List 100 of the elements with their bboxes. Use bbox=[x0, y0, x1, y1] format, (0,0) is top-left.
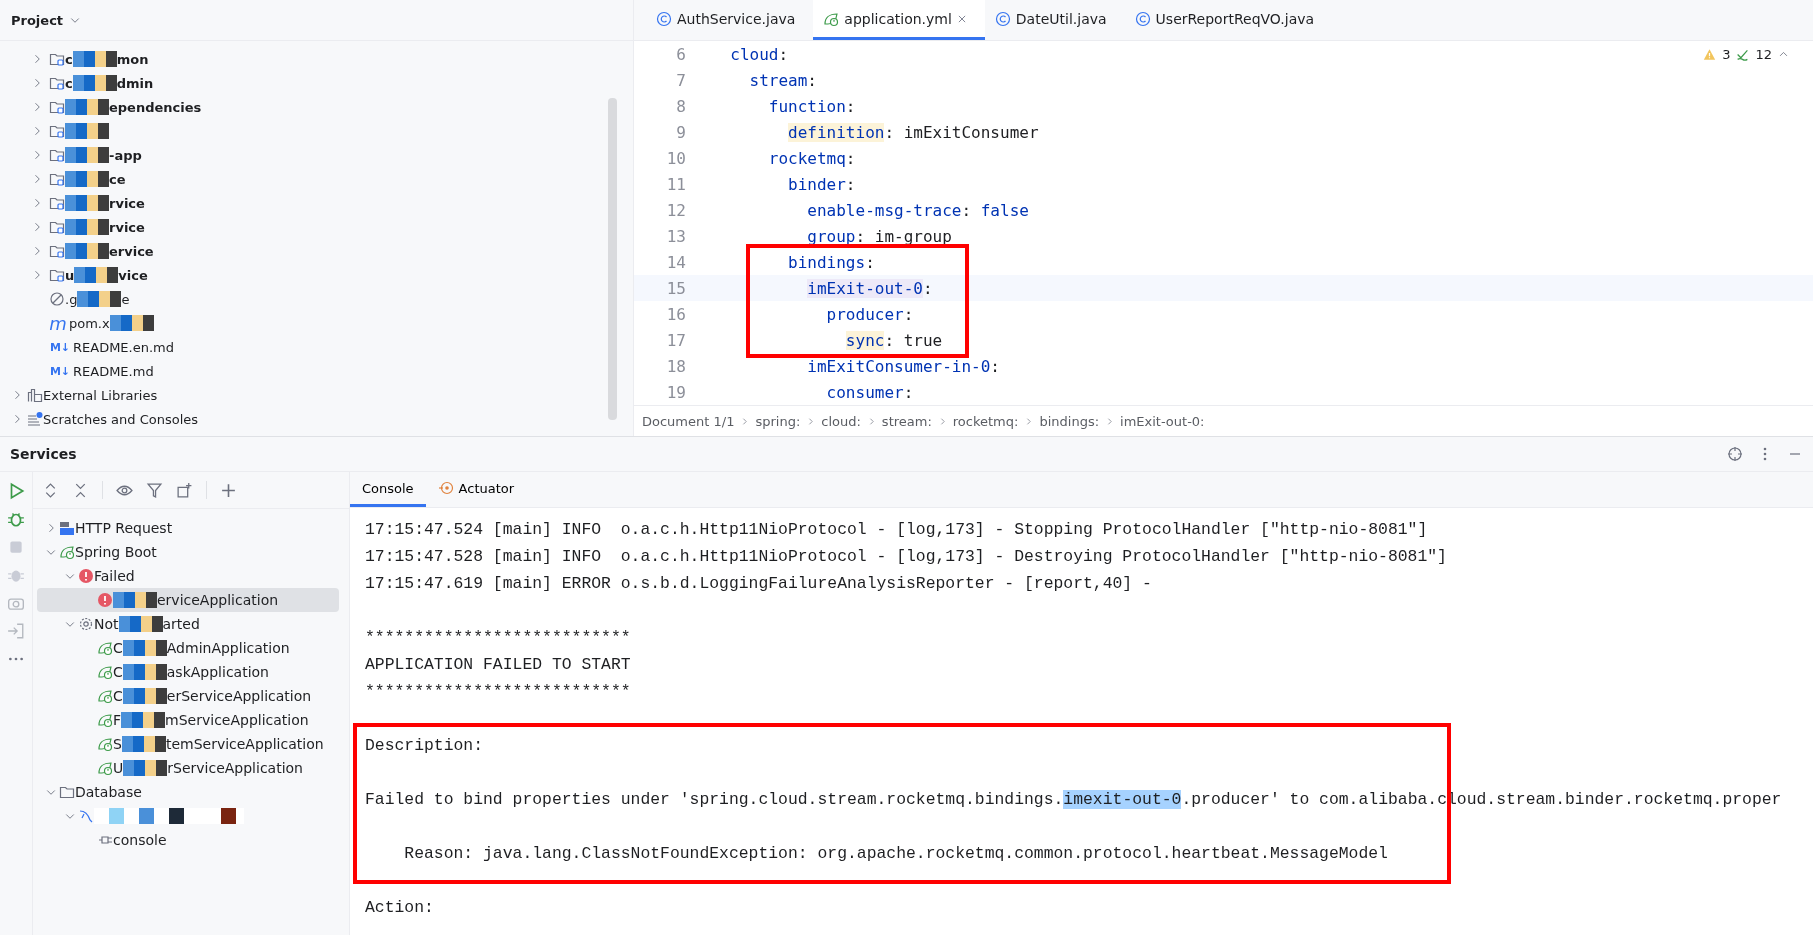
tree-item: arted bbox=[162, 616, 200, 632]
error-icon bbox=[97, 592, 113, 608]
redaction-mosaic bbox=[77, 291, 122, 307]
folder-icon bbox=[49, 51, 65, 67]
error-icon bbox=[78, 568, 94, 584]
chevron-right-icon bbox=[806, 416, 816, 426]
redaction-mosaic bbox=[109, 315, 154, 331]
breadcrumb[interactable]: Document 1/1 bbox=[642, 413, 735, 429]
redaction-mosaic bbox=[74, 267, 119, 283]
breadcrumb[interactable]: imExit-out-0: bbox=[1120, 413, 1205, 429]
redaction-mosaic bbox=[65, 99, 109, 115]
folder-icon bbox=[49, 243, 65, 259]
tree-item: vice bbox=[118, 267, 148, 283]
console-tab[interactable]: Console bbox=[350, 472, 426, 507]
redaction-mosaic bbox=[65, 219, 109, 235]
redaction-mosaic bbox=[122, 664, 167, 680]
tree-item[interactable]: Failed bbox=[94, 568, 135, 584]
line-number: 13 bbox=[665, 226, 687, 246]
redaction-mosaic bbox=[121, 736, 166, 752]
folder-icon bbox=[49, 171, 65, 187]
add-icon[interactable] bbox=[220, 481, 237, 499]
breadcrumb[interactable]: rocketmq: bbox=[952, 413, 1019, 429]
spring-leaf-icon bbox=[97, 640, 113, 656]
breadcrumb[interactable]: cloud: bbox=[821, 413, 861, 429]
editor-tab[interactable]: AuthService.java bbox=[646, 0, 814, 40]
breadcrumb[interactable]: bindings: bbox=[1039, 413, 1100, 429]
tree-item: pom.x bbox=[69, 315, 110, 331]
tree-item[interactable]: README.en.md bbox=[73, 339, 174, 355]
line-number: 9 bbox=[675, 122, 687, 142]
console-line: Reason: java.lang.ClassNotFoundException: org.apache.rocketmq.common.protocol.heartbeat.MessageModel bbox=[403, 843, 1389, 865]
spring-leaf-icon bbox=[97, 736, 113, 752]
line-number: 12 bbox=[665, 200, 687, 220]
redaction-mosaic bbox=[122, 640, 167, 656]
code-line: sync: true bbox=[844, 330, 943, 350]
tree-item[interactable]: README.md bbox=[73, 363, 154, 379]
redaction-mosaic bbox=[72, 75, 117, 91]
tree-item: u bbox=[65, 267, 75, 283]
tree-item: F bbox=[113, 712, 122, 728]
spring-leaf-icon bbox=[823, 10, 840, 27]
code-line: producer: bbox=[825, 304, 914, 324]
typo-count: 12 bbox=[1755, 47, 1772, 62]
file-type-icon: m bbox=[49, 312, 67, 334]
tree-item: erServiceApplication bbox=[166, 688, 312, 704]
spring-leaf-icon bbox=[97, 712, 113, 728]
chevron-right-icon bbox=[740, 416, 750, 426]
console-line: *************************** bbox=[364, 681, 632, 703]
panel-title[interactable]: Project bbox=[11, 12, 64, 28]
library-icon bbox=[27, 387, 43, 403]
folder-icon bbox=[49, 147, 65, 163]
new-tab-icon[interactable] bbox=[176, 481, 193, 499]
console-line: 17:15:47.528 [main] INFO o.a.c.h.Http11NioProtocol - [log,173] - Destroying ProtocolHandler ["http-nio-8081"] bbox=[364, 546, 1448, 568]
tree-item[interactable]: Scratches and Consoles bbox=[43, 411, 199, 427]
crosshair-icon[interactable] bbox=[1727, 446, 1743, 462]
bug-icon[interactable] bbox=[7, 510, 25, 528]
spring-leaf-icon bbox=[97, 760, 113, 776]
tree-item: mServiceApplication bbox=[165, 712, 309, 728]
tree-item[interactable]: Spring Boot bbox=[75, 544, 157, 560]
console-tab[interactable]: Actuator bbox=[425, 472, 527, 507]
breadcrumb[interactable]: stream: bbox=[881, 413, 932, 429]
login-icon[interactable] bbox=[7, 622, 25, 640]
stop-icon[interactable] bbox=[7, 538, 25, 556]
line-number: 8 bbox=[675, 96, 687, 116]
editor-tab[interactable]: DateUtil.java bbox=[984, 0, 1125, 40]
code-line: rocketmq: bbox=[767, 148, 856, 168]
code-line: bindings: bbox=[787, 252, 875, 272]
console-line: APPLICATION FAILED TO START bbox=[364, 654, 632, 676]
tree-item: ce bbox=[109, 171, 126, 187]
code-line: definition: imExitConsumer bbox=[787, 122, 1039, 142]
line-number: 19 bbox=[665, 382, 687, 402]
filter-icon[interactable] bbox=[146, 481, 163, 499]
spring-leaf-icon bbox=[59, 544, 75, 560]
console-line: 17:15:47.524 [main] INFO o.a.c.h.Http11NioProtocol - [log,173] - Stopping ProtocolHandler ["http-nio-8081"] bbox=[364, 519, 1429, 541]
close-icon[interactable] bbox=[956, 13, 967, 24]
line-number: 15 bbox=[665, 278, 687, 298]
code-line: binder: bbox=[787, 174, 856, 194]
tree-item: rServiceApplication bbox=[167, 760, 303, 776]
tree-item: temServiceApplication bbox=[165, 736, 324, 752]
check-icon bbox=[1736, 48, 1750, 61]
tree-item[interactable]: console bbox=[113, 832, 167, 848]
tree-item[interactable]: HTTP Request bbox=[75, 520, 173, 536]
scrollbar[interactable] bbox=[608, 98, 617, 420]
file-type-icon: M↓ bbox=[49, 340, 71, 354]
line-number: 14 bbox=[665, 252, 687, 272]
folder-icon bbox=[49, 195, 65, 211]
breadcrumb[interactable]: spring: bbox=[755, 413, 801, 429]
code-line: cloud: bbox=[729, 44, 789, 64]
actuator-icon bbox=[437, 480, 454, 496]
tree-item: U bbox=[113, 760, 124, 776]
tree-item: rvice bbox=[109, 219, 145, 235]
line-number: 17 bbox=[665, 330, 687, 350]
tree-item[interactable]: External Libraries bbox=[43, 387, 158, 403]
folder-icon bbox=[49, 99, 65, 115]
tree-item: askApplication bbox=[166, 664, 269, 680]
tree-item[interactable]: Database bbox=[75, 784, 142, 800]
editor-tab[interactable]: application.yml bbox=[813, 0, 985, 40]
editor-tab[interactable]: UserReportReqVO.java bbox=[1124, 0, 1333, 40]
code-line: enable-msg-trace: false bbox=[806, 200, 1029, 220]
tree-item: mon bbox=[116, 51, 149, 67]
code-line: imExitConsumer-in-0: bbox=[806, 356, 1000, 376]
line-number: 6 bbox=[675, 44, 687, 64]
